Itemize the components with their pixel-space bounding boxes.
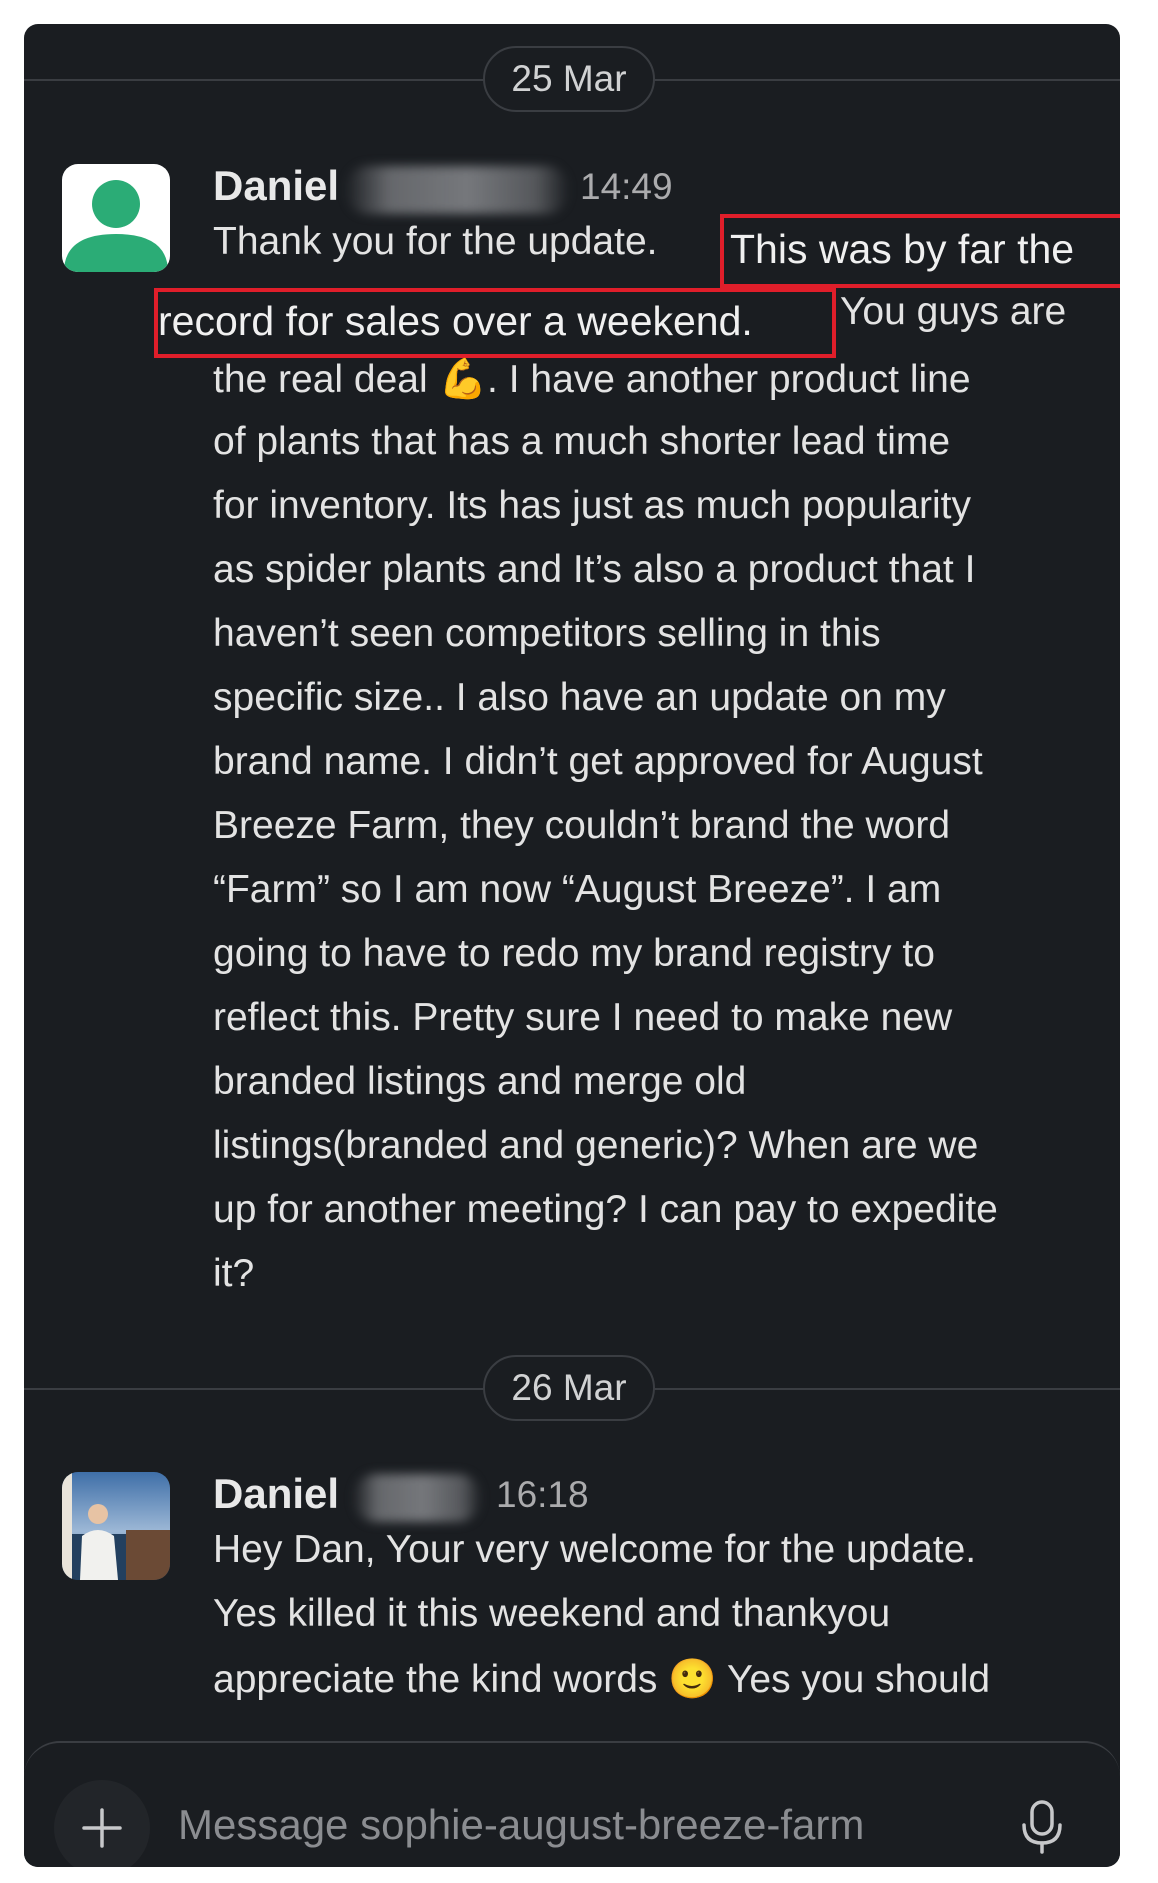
message-author[interactable]: Daniel xyxy=(213,1470,339,1518)
highlighted-text: This was by far the xyxy=(730,226,1075,272)
message-text-line: Breeze Farm, they couldn’t brand the wor… xyxy=(213,804,951,847)
message-text-line: for inventory. Its has just as much popu… xyxy=(213,484,971,527)
message-text-line: up for another meeting? I can pay to exp… xyxy=(213,1188,998,1231)
message-text-line: You guys are xyxy=(840,290,1067,333)
redacted-surname xyxy=(352,1474,482,1522)
message-text-line: of plants that has a much shorter lead t… xyxy=(213,420,951,463)
redacted-surname xyxy=(344,166,570,214)
message-text-line: reflect this. Pretty sure I need to make… xyxy=(213,996,953,1039)
date-separator[interactable]: 26 Mar xyxy=(483,1355,655,1421)
message-text-line: listings(branded and generic)? When are … xyxy=(213,1124,979,1167)
message-text-line: Hey Dan, Your very welcome for the updat… xyxy=(213,1528,977,1571)
microphone-icon[interactable] xyxy=(1020,1799,1064,1855)
profile-photo-icon xyxy=(62,1472,170,1580)
message-composer: Message sophie-august-breeze-farm xyxy=(24,1741,1120,1867)
add-attachment-button[interactable] xyxy=(54,1780,150,1867)
message-text-line: haven’t seen competitors selling in this xyxy=(213,612,881,655)
message-text-line: “Farm” so I am now “August Breeze”. I am xyxy=(213,868,942,911)
plus-icon xyxy=(82,1808,122,1848)
highlighted-text: record for sales over a weekend. xyxy=(158,298,753,344)
avatar[interactable] xyxy=(62,164,170,272)
message-text-line: going to have to redo my brand registry … xyxy=(213,932,935,975)
message-text-line: it? xyxy=(213,1252,255,1295)
message-author[interactable]: Daniel xyxy=(213,162,339,210)
message-text-line: branded listings and merge old xyxy=(213,1060,747,1103)
message-timestamp[interactable]: 14:49 xyxy=(580,166,673,208)
date-separator[interactable]: 25 Mar xyxy=(483,46,655,112)
message-text-line: appreciate the kind words 🙂 Yes you shou… xyxy=(213,1658,991,1701)
user-silhouette-icon xyxy=(64,180,168,272)
message-text-line: specific size.. I also have an update on… xyxy=(213,676,946,719)
avatar[interactable] xyxy=(62,1472,170,1580)
message-text-line: the real deal 💪. I have another product … xyxy=(213,358,971,401)
message-input[interactable]: Message sophie-august-breeze-farm xyxy=(178,1801,864,1849)
message-timestamp[interactable]: 16:18 xyxy=(496,1474,589,1516)
message-text-line: Thank you for the update. xyxy=(213,220,658,263)
message-text-line: Yes killed it this weekend and thankyou xyxy=(213,1592,891,1635)
chat-window: 25 Mar Daniel 14:49 Thank you for the up… xyxy=(24,24,1120,1867)
message-text-line: as spider plants and It’s also a product… xyxy=(213,548,976,591)
message-text-line: brand name. I didn’t get approved for Au… xyxy=(213,740,983,783)
